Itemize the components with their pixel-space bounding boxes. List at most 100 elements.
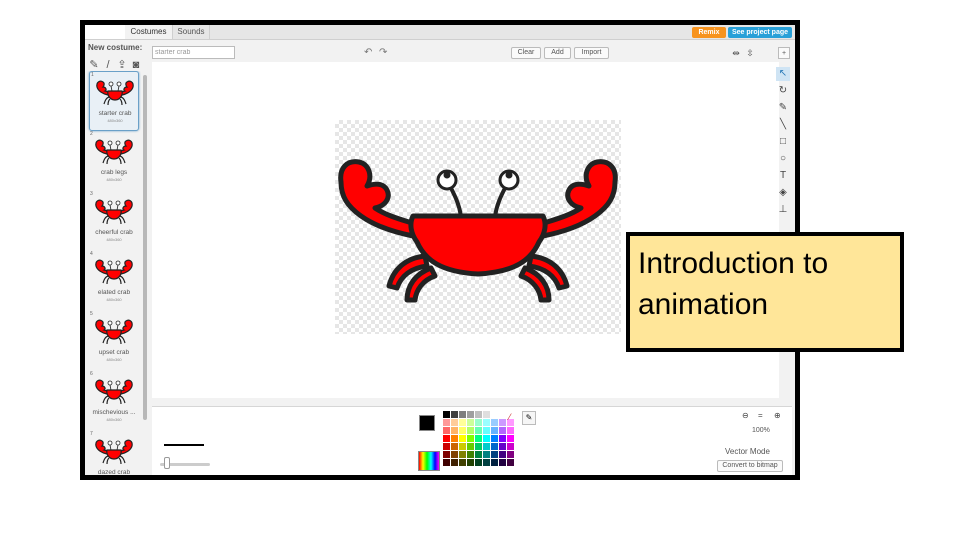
palette-swatch[interactable] [507,435,514,442]
convert-to-bitmap-button[interactable]: Convert to bitmap [717,460,783,472]
palette-swatch[interactable] [475,419,482,426]
palette-swatch[interactable] [443,427,450,434]
palette-swatch[interactable] [483,459,490,466]
upload-icon[interactable]: ⇪ [116,59,128,71]
camera-icon[interactable]: ◙ [130,59,142,71]
palette-swatch[interactable] [467,411,474,418]
set-costume-center-icon[interactable]: + [778,47,790,59]
palette-swatch[interactable] [467,427,474,434]
palette-swatch[interactable] [451,443,458,450]
costume-item[interactable]: 3 cheerful crab 480x360 [89,191,139,251]
costume-item[interactable]: 4 elated crab 480x360 [89,251,139,311]
rectangle-tool-icon[interactable]: □ [776,135,790,149]
palette-swatch[interactable] [491,427,498,434]
palette-swatch[interactable] [459,459,466,466]
zoom-reset-icon[interactable]: = [758,411,763,420]
redo-icon[interactable]: ↷ [379,47,387,58]
color-picker-icon[interactable]: ✎ [522,411,536,425]
palette-swatch[interactable] [451,419,458,426]
palette-swatch[interactable] [491,459,498,466]
slider-handle[interactable] [164,457,170,469]
palette-swatch[interactable] [491,419,498,426]
zoom-out-icon[interactable]: ⊖ [742,411,749,420]
palette-swatch[interactable] [483,419,490,426]
palette-swatch[interactable] [443,411,450,418]
palette-swatch[interactable] [459,427,466,434]
palette-swatch[interactable] [483,443,490,450]
costume-item[interactable]: 6 mischevious ... 480x360 [89,371,139,431]
palette-swatch[interactable] [475,451,482,458]
palette-swatch[interactable] [475,459,482,466]
palette-swatch[interactable] [467,459,474,466]
palette-swatch[interactable] [459,411,466,418]
costume-item[interactable]: 5 upset crab 480x360 [89,311,139,371]
palette-swatch[interactable] [499,427,506,434]
tab-sounds[interactable]: Sounds [173,25,210,39]
costume-item[interactable]: 1 starter crab 480x360 [89,71,139,131]
add-button[interactable]: Add [544,47,571,59]
palette-swatch[interactable] [475,435,482,442]
brush-icon[interactable]: ✎ [88,59,100,71]
fill-tool-icon[interactable]: ◈ [776,186,790,200]
flip-horizontal-icon[interactable]: ⇹ [730,47,742,59]
palette-swatch[interactable] [443,451,450,458]
ellipse-tool-icon[interactable]: ○ [776,152,790,166]
palette-swatch[interactable] [467,443,474,450]
palette-swatch[interactable] [467,419,474,426]
palette-swatch[interactable] [491,451,498,458]
palette-swatch[interactable] [451,451,458,458]
palette-swatch[interactable] [483,435,490,442]
color-spectrum-picker[interactable] [418,451,440,471]
primary-color-swatch[interactable] [419,415,435,431]
palette-swatch[interactable] [459,443,466,450]
palette-swatch[interactable] [451,459,458,466]
palette-swatch[interactable] [483,411,490,418]
line-tool-icon[interactable]: ╲ [776,118,790,132]
palette-swatch[interactable] [491,443,498,450]
palette-swatch[interactable] [451,435,458,442]
reshape-tool-icon[interactable]: ↻ [776,84,790,98]
palette-swatch[interactable] [475,443,482,450]
undo-icon[interactable]: ↶ [364,47,372,58]
palette-swatch[interactable] [507,427,514,434]
palette-swatch[interactable] [507,459,514,466]
duplicate-tool-icon[interactable]: ⊥ [776,203,790,217]
flip-vertical-icon[interactable]: ⇳ [744,47,756,59]
palette-swatch[interactable] [483,427,490,434]
palette-swatch[interactable] [499,435,506,442]
palette-swatch[interactable] [499,459,506,466]
palette-swatch[interactable] [507,443,514,450]
zoom-in-icon[interactable]: ⊕ [774,411,781,420]
palette-swatch[interactable] [475,427,482,434]
eyedropper-icon[interactable]: ⁄ [509,411,521,423]
palette-swatch[interactable] [467,451,474,458]
palette-swatch[interactable] [443,443,450,450]
palette-swatch[interactable] [451,411,458,418]
costume-name-input[interactable] [152,46,235,59]
pencil-tool-icon[interactable]: ✎ [776,101,790,115]
palette-swatch[interactable] [491,411,498,418]
palette-swatch[interactable] [459,435,466,442]
select-tool-icon[interactable]: ↖ [776,67,790,81]
palette-swatch[interactable] [475,411,482,418]
crab-drawing[interactable] [335,120,621,334]
palette-swatch[interactable] [459,419,466,426]
tab-costumes[interactable]: Costumes [125,25,173,39]
costume-item[interactable]: 2 crab legs 480x360 [89,131,139,191]
costume-list-scrollbar[interactable] [143,75,147,420]
palette-swatch[interactable] [499,419,506,426]
clear-button[interactable]: Clear [511,47,541,59]
see-project-page-button[interactable]: See project page [728,27,792,38]
palette-swatch[interactable] [499,411,506,418]
import-button[interactable]: Import [574,47,609,59]
palette-swatch[interactable] [443,419,450,426]
palette-swatch[interactable] [507,451,514,458]
text-tool-icon[interactable]: T [776,169,790,183]
palette-swatch[interactable] [499,451,506,458]
costume-item[interactable]: 7dazed crab480x360 [89,431,139,475]
palette-swatch[interactable] [459,451,466,458]
palette-swatch[interactable] [483,451,490,458]
palette-swatch[interactable] [467,435,474,442]
palette-swatch[interactable] [451,427,458,434]
palette-swatch[interactable] [443,435,450,442]
